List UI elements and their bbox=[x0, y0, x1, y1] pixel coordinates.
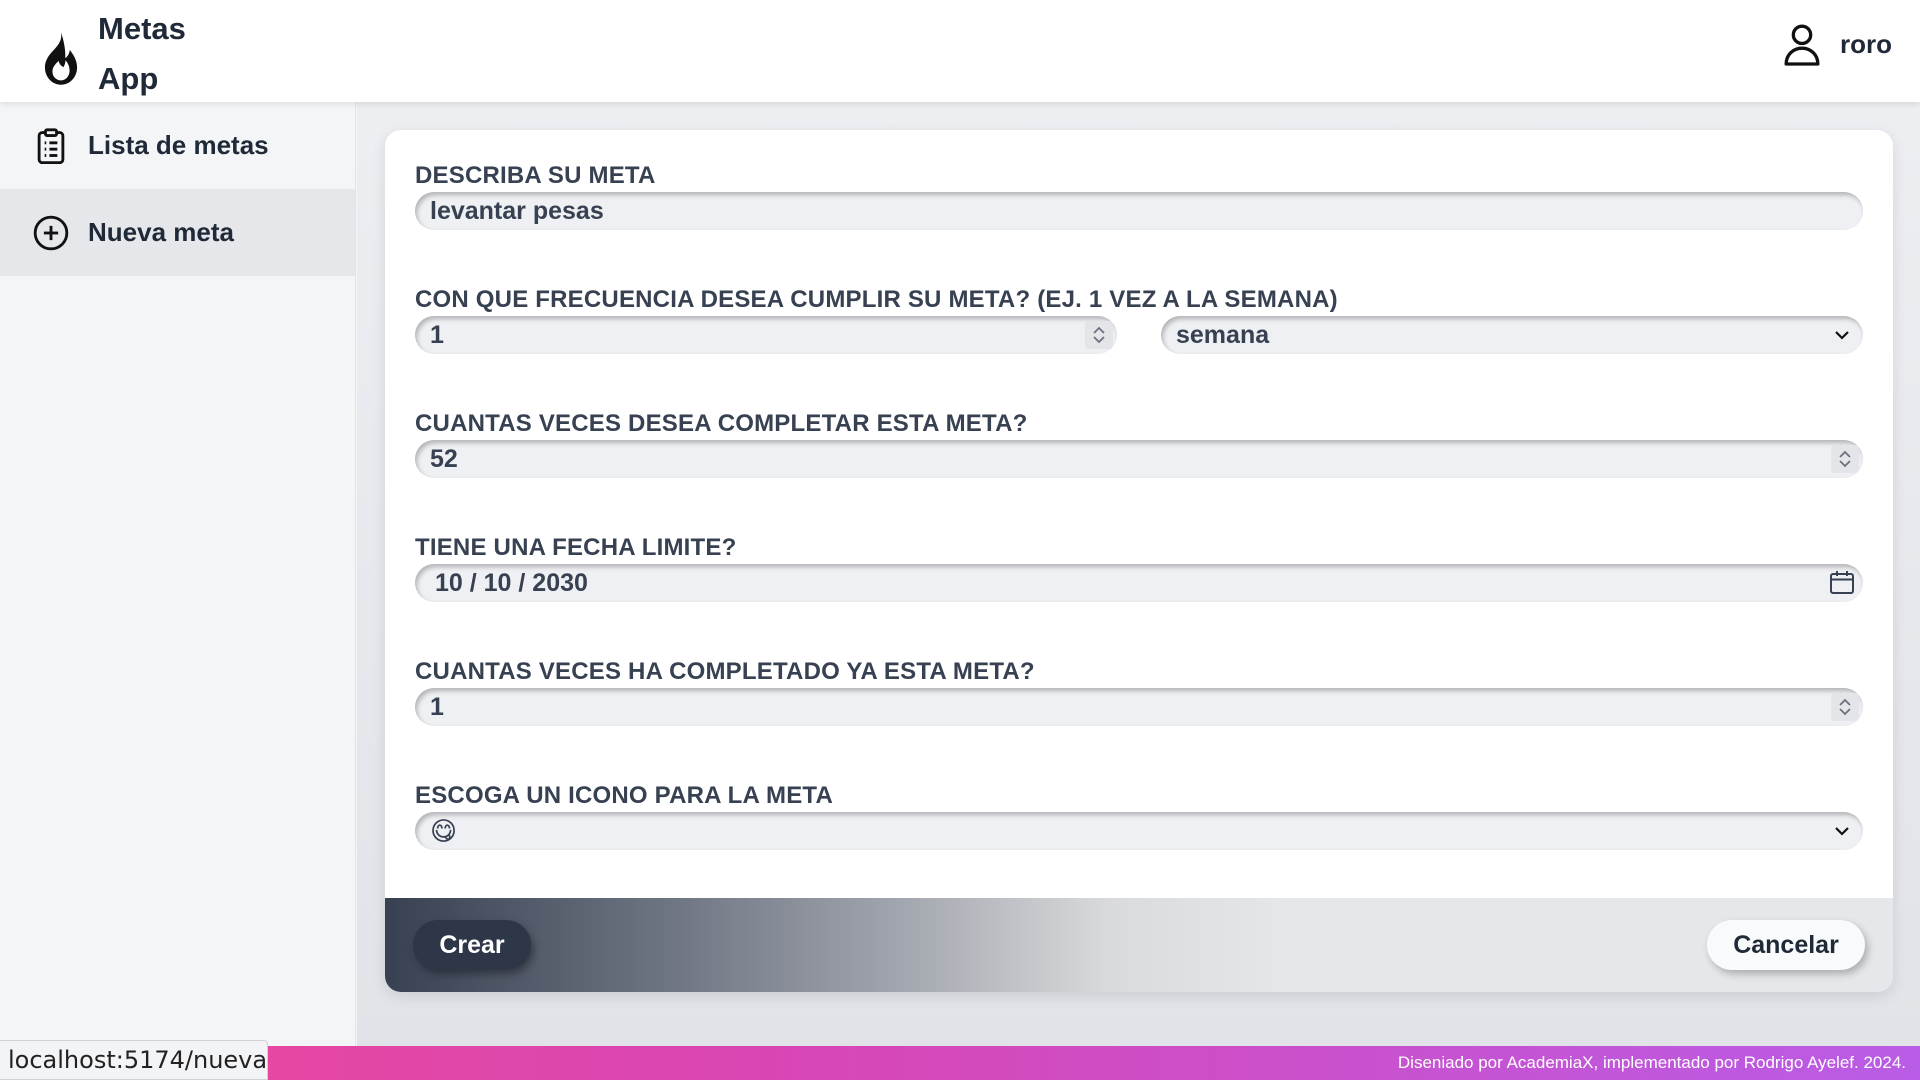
deadline-label: TIENE UNA FECHA LIMITE? bbox=[415, 534, 737, 561]
app-logo[interactable]: Metas App bbox=[34, 4, 186, 104]
field-deadline: TIENE UNA FECHA LIMITE? 10 / 10 / 2030 bbox=[415, 532, 1863, 602]
username: roro bbox=[1840, 28, 1892, 59]
app-header: Metas App roro bbox=[0, 0, 1920, 102]
frequency-label: CON QUE FRECUENCIA DESEA CUMPLIR SU META… bbox=[415, 286, 1338, 313]
total-label: CUANTAS VECES DESEA COMPLETAR ESTA META? bbox=[415, 410, 1028, 437]
total-input[interactable]: 52 bbox=[415, 440, 1863, 478]
footer-credit: Diseniado por AcademiaX, implementado po… bbox=[1397, 1053, 1906, 1072]
calendar-icon[interactable] bbox=[1827, 568, 1857, 598]
description-value: levantar pesas bbox=[430, 196, 604, 225]
field-description: DESCRIBA SU META levantar pesas bbox=[415, 160, 1863, 230]
main-content: DESCRIBA SU META levantar pesas CON QUE … bbox=[357, 102, 1920, 1046]
sidebar-item-label: Nueva meta bbox=[88, 217, 234, 247]
plus-circle-icon bbox=[33, 215, 69, 250]
deadline-input[interactable]: 10 / 10 / 2030 bbox=[415, 564, 1863, 602]
field-completed: CUANTAS VECES HA COMPLETADO YA ESTA META… bbox=[415, 656, 1863, 726]
number-spinner-icon[interactable] bbox=[1831, 445, 1859, 473]
frequency-count-value: 1 bbox=[430, 320, 444, 349]
flame-icon bbox=[44, 32, 78, 85]
app-title-line2: App bbox=[98, 61, 159, 96]
new-goal-form-card: DESCRIBA SU META levantar pesas CON QUE … bbox=[385, 130, 1893, 992]
chevron-down-icon bbox=[1835, 331, 1849, 340]
cancel-button[interactable]: Cancelar bbox=[1707, 920, 1865, 970]
app-title-line1: Metas bbox=[98, 11, 186, 46]
frequency-count-input[interactable]: 1 bbox=[415, 316, 1117, 354]
frequency-period-value: semana bbox=[1176, 320, 1270, 349]
completed-input[interactable]: 1 bbox=[415, 688, 1863, 726]
total-value: 52 bbox=[430, 444, 458, 473]
frequency-period-select[interactable]: semana bbox=[1161, 316, 1863, 354]
sidebar: Lista de metas Nueva meta bbox=[0, 102, 356, 1046]
sidebar-item-lista-de-metas[interactable]: Lista de metas bbox=[0, 102, 355, 189]
sidebar-item-nueva-meta[interactable]: Nueva meta bbox=[0, 189, 355, 276]
chevron-down-icon bbox=[1835, 827, 1849, 836]
sidebar-item-label: Lista de metas bbox=[88, 130, 269, 160]
field-total: CUANTAS VECES DESEA COMPLETAR ESTA META?… bbox=[415, 408, 1863, 478]
form-actions-bar: Crear Cancelar bbox=[385, 898, 1893, 992]
description-label: DESCRIBA SU META bbox=[415, 162, 656, 189]
field-icon: ESCOGA UN ICONO PARA LA META 😋 bbox=[415, 780, 1863, 850]
icon-select[interactable]: 😋 bbox=[415, 812, 1863, 850]
footer-bar: Diseniado por AcademiaX, implementado po… bbox=[0, 1046, 1920, 1080]
status-url: localhost:5174/nueva bbox=[0, 1040, 268, 1080]
deadline-value: 10 / 10 / 2030 bbox=[435, 568, 588, 597]
number-spinner-icon[interactable] bbox=[1085, 321, 1113, 349]
completed-label: CUANTAS VECES HA COMPLETADO YA ESTA META… bbox=[415, 658, 1035, 685]
field-frequency: CON QUE FRECUENCIA DESEA CUMPLIR SU META… bbox=[415, 284, 1863, 354]
number-spinner-icon[interactable] bbox=[1831, 693, 1859, 721]
create-button[interactable]: Crear bbox=[413, 920, 531, 970]
selected-emoji: 😋 bbox=[430, 816, 458, 846]
completed-value: 1 bbox=[430, 692, 444, 721]
user-icon bbox=[1784, 24, 1820, 66]
user-menu[interactable]: roro bbox=[1782, 22, 1892, 66]
description-input[interactable]: levantar pesas bbox=[415, 192, 1863, 230]
icon-label: ESCOGA UN ICONO PARA LA META bbox=[415, 782, 834, 809]
clipboard-list-icon bbox=[37, 127, 65, 164]
new-goal-form: DESCRIBA SU META levantar pesas CON QUE … bbox=[415, 160, 1863, 850]
